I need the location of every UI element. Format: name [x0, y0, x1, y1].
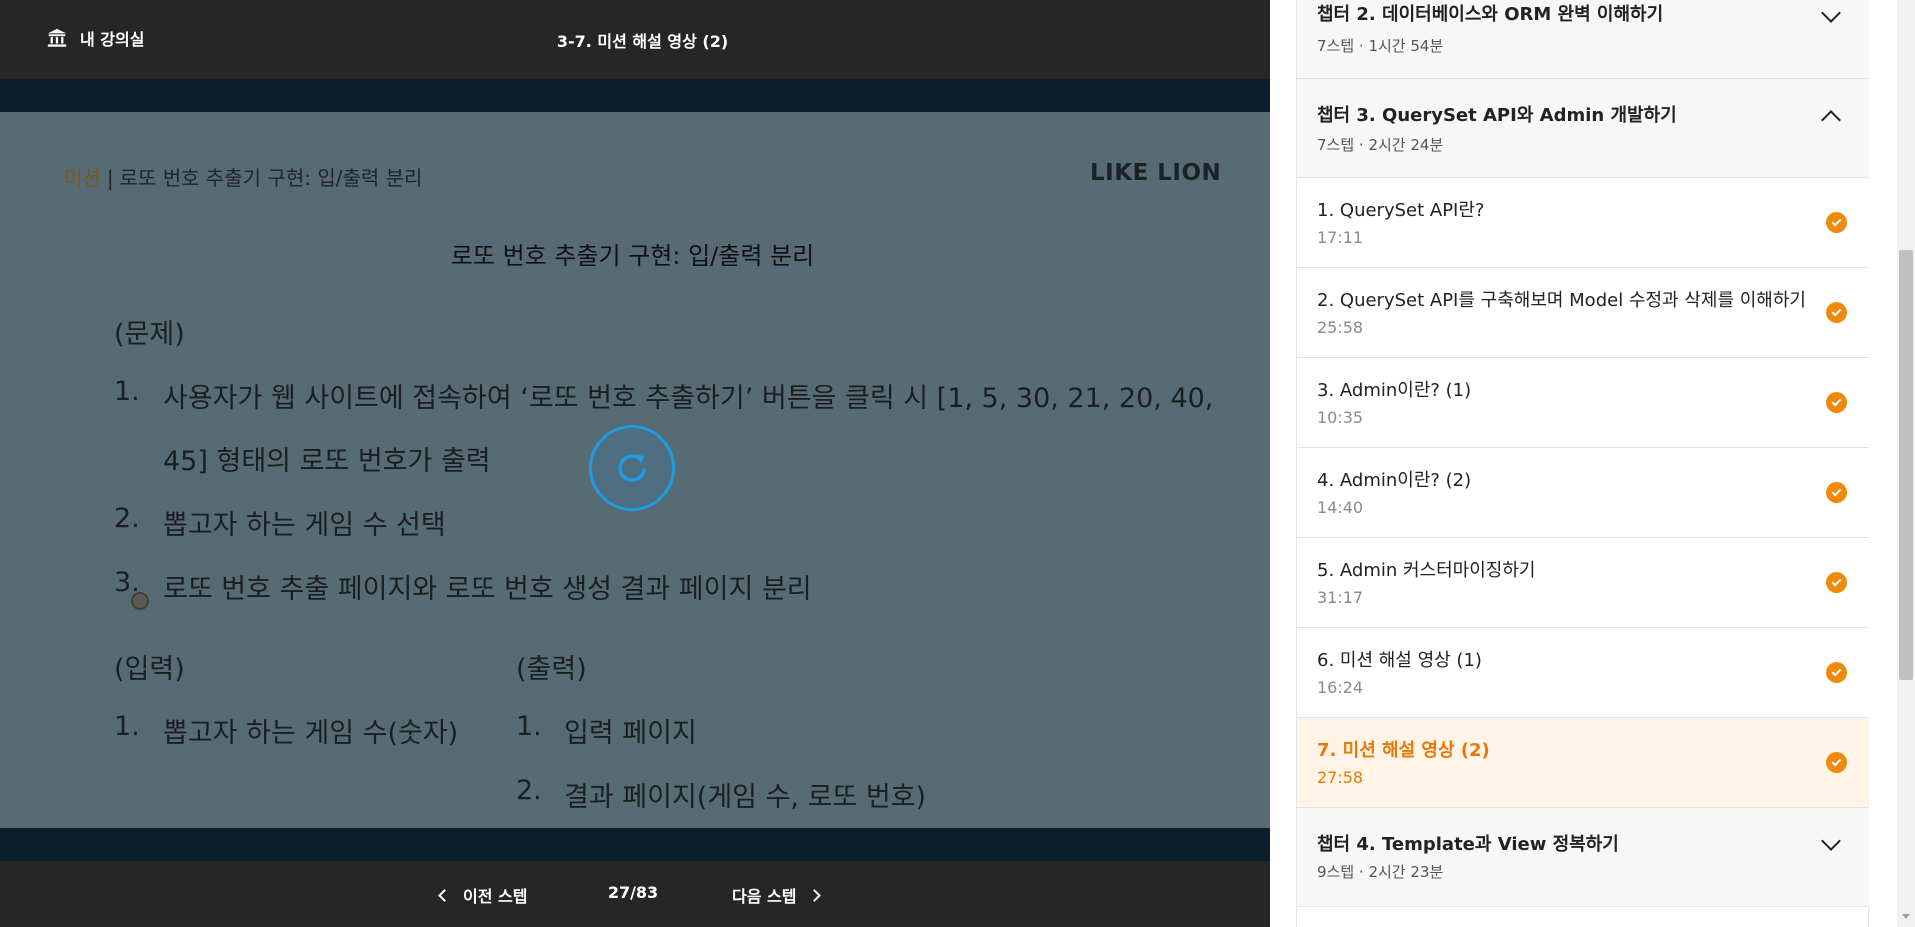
chapter-meta: 7스텝 · 1시간 54분	[1317, 37, 1444, 55]
lesson-item[interactable]: 6. 미션 해설 영상 (1) 16:24	[1297, 628, 1869, 718]
output-item-text: 입력 페이지	[564, 718, 697, 749]
next-step-button[interactable]: 다음 스텝	[732, 883, 822, 907]
lesson-duration: 16:24	[1317, 678, 1364, 697]
lesson-item[interactable]: 1. QuerySet API란? 17:11	[1297, 178, 1869, 268]
scroll-down-arrow-icon[interactable]	[1902, 914, 1910, 919]
chevron-left-icon	[438, 888, 451, 902]
lesson-item[interactable]: 5. Admin 커스터마이징하기 31:17	[1297, 538, 1869, 628]
brand-logo: LIKE LION	[1090, 160, 1222, 186]
lesson-duration: 25:58	[1317, 318, 1364, 337]
chevron-down-icon	[1821, 3, 1841, 23]
video-player: 내 강의실 3-7. 미션 해설 영상 (2) 미션 | 로또 번호 추출기 구현:…	[0, 0, 1270, 927]
prev-step-label: 이전 스텝	[463, 887, 528, 906]
lesson-title: 5. Admin 커스터마이징하기	[1317, 560, 1536, 581]
step-progress: 27/83	[607, 883, 659, 902]
lesson-title: 4. Admin이란? (2)	[1317, 470, 1472, 491]
lesson-title: 7. 미션 해설 영상 (2)	[1317, 740, 1490, 761]
lesson-duration: 27:58	[1317, 768, 1364, 787]
chapter-4-header[interactable]: 챕터 4. Template과 View 정복하기 9스텝 · 2시간 23분	[1297, 808, 1869, 907]
chevron-up-icon	[1821, 110, 1841, 130]
input-item-text: 뽑고자 하는 게임 수(숫자)	[163, 718, 459, 749]
slide-separator: |	[106, 166, 114, 190]
slide-header-text: 로또 번호 추출기 구현: 입/출력 분리	[119, 166, 423, 190]
curriculum-list: 챕터 2. 데이터베이스와 ORM 완벽 이해하기 7스텝 · 1시간 54분 …	[1296, 0, 1869, 927]
problem-item-text: 사용자가 웹 사이트에 접속하여 ‘로또 번호 추출하기’ 버튼을 클릭 시 […	[163, 383, 1214, 414]
output-item-number: 2.	[516, 775, 542, 806]
problem-item-text-continued: 45] 형태의 로또 번호가 출력	[163, 446, 491, 477]
output-item-number: 1.	[516, 711, 542, 742]
completed-check-icon	[1826, 212, 1847, 233]
chapter-title: 챕터 4. Template과 View 정복하기	[1317, 834, 1619, 855]
lesson-title: 3-7. 미션 해설 영상 (2)	[556, 32, 729, 51]
lesson-title: 1. QuerySet API란?	[1317, 200, 1485, 221]
chapter-2-header[interactable]: 챕터 2. 데이터베이스와 ORM 완벽 이해하기 7스텝 · 1시간 54분	[1297, 0, 1869, 79]
curriculum-panel: 챕터 2. 데이터베이스와 ORM 완벽 이해하기 7스텝 · 1시간 54분 …	[1270, 0, 1895, 927]
replay-button[interactable]	[589, 425, 675, 511]
slide-heading: 로또 번호 추출기 구현: 입/출력 분리	[450, 242, 815, 270]
problem-label: (문제)	[114, 319, 185, 350]
slide-tag: 미션	[64, 166, 101, 190]
lesson-duration: 10:35	[1317, 408, 1364, 427]
lesson-duration: 14:40	[1317, 498, 1364, 517]
lesson-title: 6. 미션 해설 영상 (1)	[1317, 650, 1482, 671]
lesson-duration: 17:11	[1317, 228, 1364, 247]
chapter-title: 챕터 2. 데이터베이스와 ORM 완벽 이해하기	[1317, 4, 1664, 25]
chapter-title: 챕터 3. QuerySet API와 Admin 개발하기	[1317, 105, 1677, 126]
panel-scrollbar[interactable]	[1897, 0, 1915, 927]
player-top-bar: 내 강의실 3-7. 미션 해설 영상 (2)	[0, 0, 1270, 79]
reload-icon	[618, 454, 646, 482]
problem-item-text: 로또 번호 추출 페이지와 로또 번호 생성 결과 페이지 분리	[163, 574, 812, 605]
problem-item-number: 2.	[114, 503, 140, 534]
lesson-title: 3. Admin이란? (1)	[1317, 380, 1472, 401]
chevron-down-icon	[1821, 831, 1841, 851]
prev-step-button[interactable]: 이전 스텝	[438, 883, 528, 907]
problem-item-number: 1.	[114, 376, 140, 407]
lesson-item-current[interactable]: 7. 미션 해설 영상 (2) 27:58	[1297, 718, 1869, 808]
cursor-pointer-dot	[131, 592, 149, 610]
slide-header: 미션 | 로또 번호 추출기 구현: 입/출력 분리	[64, 162, 422, 191]
problem-item-text: 뽑고자 하는 게임 수 선택	[163, 510, 446, 541]
input-label: (입력)	[114, 654, 185, 685]
completed-check-icon	[1826, 392, 1847, 413]
chevron-right-icon	[808, 888, 822, 902]
chapter-meta: 9스텝 · 2시간 23분	[1317, 863, 1444, 881]
chapter-meta: 7스텝 · 2시간 24분	[1317, 136, 1444, 154]
completed-check-icon	[1826, 752, 1847, 773]
lesson-item[interactable]: 4. Admin이란? (2) 14:40	[1297, 448, 1869, 538]
lesson-item[interactable]: 3. Admin이란? (1) 10:35	[1297, 358, 1869, 448]
output-item-text: 결과 페이지(게임 수, 로또 번호)	[564, 782, 927, 813]
lesson-duration: 31:17	[1317, 588, 1364, 607]
completed-check-icon	[1826, 302, 1847, 323]
input-item-number: 1.	[114, 711, 140, 742]
lesson-item[interactable]: 2. QuerySet API를 구축해보며 Model 수정과 삭제를 이해하…	[1297, 268, 1869, 358]
app: 내 강의실 3-7. 미션 해설 영상 (2) 미션 | 로또 번호 추출기 구현:…	[0, 0, 1915, 927]
completed-check-icon	[1826, 482, 1847, 503]
next-step-label: 다음 스텝	[732, 887, 797, 906]
output-label: (출력)	[516, 654, 587, 685]
player-bottom-bar: 이전 스텝 27/83 다음 스텝	[0, 861, 1270, 927]
completed-check-icon	[1826, 572, 1847, 593]
completed-check-icon	[1826, 662, 1847, 683]
lesson-title: 2. QuerySet API를 구축해보며 Model 수정과 삭제를 이해하…	[1317, 290, 1806, 311]
video-letterbox-bottom	[0, 828, 1270, 861]
video-letterbox-top	[0, 79, 1270, 112]
scrollbar-thumb[interactable]	[1899, 250, 1913, 680]
chapter-3-header[interactable]: 챕터 3. QuerySet API와 Admin 개발하기 7스텝 · 2시간…	[1297, 79, 1869, 178]
